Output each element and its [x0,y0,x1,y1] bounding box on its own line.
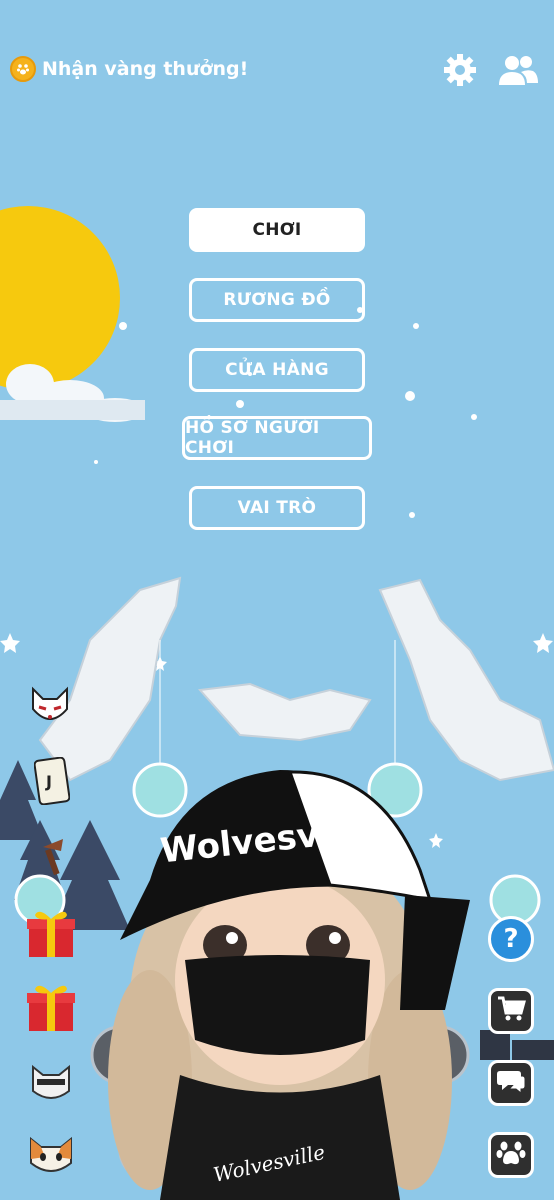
help-button[interactable]: ? [488,916,534,962]
buildings [480,1030,554,1060]
chat-button[interactable] [488,1060,534,1106]
torch-icon[interactable] [34,830,72,878]
chat-icon [496,1067,526,1099]
help-icon: ? [503,924,519,954]
reward-label: Nhận vàng thưởng! [42,58,249,80]
paw-button[interactable] [488,1132,534,1178]
svg-text:J: J [45,772,52,791]
shop-cart-button[interactable] [488,988,534,1034]
joker-card-icon[interactable]: J [32,756,72,806]
paw-icon [496,1139,526,1171]
profile-button[interactable]: HỒ SƠ NGƯỜI CHƠI [182,416,372,460]
play-button[interactable]: CHƠI [189,208,365,252]
calico-cat-icon[interactable] [24,1130,78,1180]
friends-button[interactable] [498,52,538,92]
inventory-button[interactable]: RƯƠNG ĐỒ [189,278,365,322]
gear-icon [443,53,477,91]
roles-button[interactable]: VAI TRÒ [189,486,365,530]
shopping-cart-icon [496,995,526,1027]
background-scene: Wolvesville Wolvesville [0,206,554,1200]
paw-coin-icon [10,56,36,82]
gift-box-icon[interactable] [24,980,78,1034]
friends-icon [497,53,539,91]
shop-button[interactable]: CỬA HÀNG [189,348,365,392]
reward-button[interactable]: Nhận vàng thưởng! [10,54,248,84]
sun [0,206,120,390]
settings-button[interactable] [440,52,480,92]
gift-box-icon[interactable] [24,906,78,960]
claw-decoration [38,576,554,782]
top-bar: Nhận vàng thưởng! [0,0,554,130]
kitsune-mask-icon[interactable] [26,684,74,732]
cat-skin-icon[interactable] [26,1056,76,1106]
